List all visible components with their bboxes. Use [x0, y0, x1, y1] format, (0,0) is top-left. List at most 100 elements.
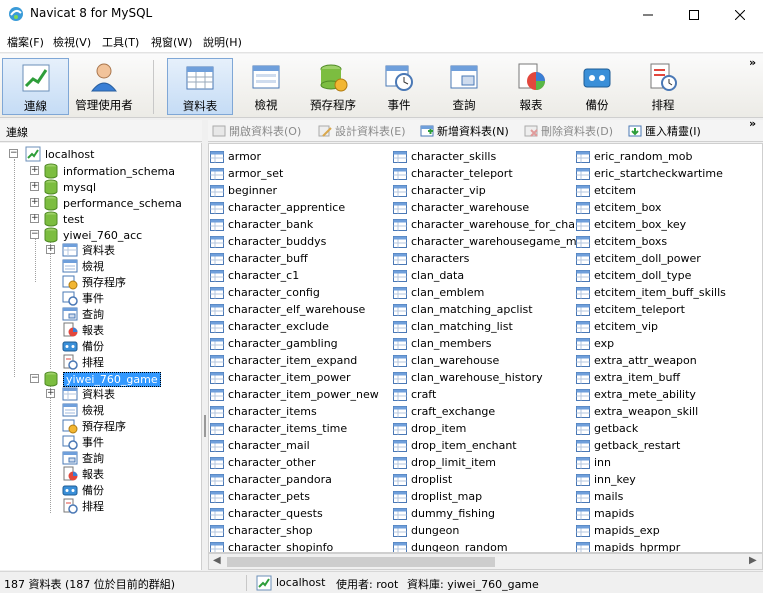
tree-db-performance_schema[interactable]: performance_schema	[43, 195, 182, 211]
table-item[interactable]: character_warehouse_for_cha	[393, 216, 589, 233]
tables-button[interactable]: 資料表	[167, 58, 233, 115]
table-item[interactable]: character_item_power	[210, 369, 379, 386]
events-button[interactable]: 事件	[369, 58, 429, 115]
table-item[interactable]: etcitem_teleport	[576, 301, 726, 318]
new-table-button[interactable]: 新增資料表(N)	[420, 123, 509, 139]
table-item[interactable]: extra_weapon_skill	[576, 403, 726, 420]
user-manager-button[interactable]: 管理使用者	[71, 58, 137, 115]
table-item[interactable]: mails	[576, 488, 726, 505]
table-item[interactable]: inn	[576, 454, 726, 471]
table-item[interactable]: droplist_map	[393, 488, 589, 505]
menu-help[interactable]: 說明(H)	[203, 34, 242, 50]
tree-connection-localhost[interactable]: localhost	[25, 146, 94, 162]
table-item[interactable]: character_pandora	[210, 471, 379, 488]
tree-child-procedure[interactable]: 預存程序	[62, 418, 126, 434]
table-item[interactable]: mapids_hprmpr	[576, 539, 726, 552]
splitter-grip[interactable]	[204, 415, 206, 437]
table-item[interactable]: extra_mete_ability	[576, 386, 726, 403]
tree-child-procedure[interactable]: 預存程序	[62, 274, 126, 290]
table-item[interactable]: drop_item_enchant	[393, 437, 589, 454]
table-item[interactable]: etcitem_box	[576, 199, 726, 216]
tree-child-table-group[interactable]: 資料表	[62, 386, 115, 402]
table-item[interactable]: etcitem_box_key	[576, 216, 726, 233]
table-item[interactable]: character_apprentice	[210, 199, 379, 216]
maximize-button[interactable]	[671, 0, 717, 29]
table-item[interactable]: character_warehouse	[393, 199, 589, 216]
table-item[interactable]: exp	[576, 335, 726, 352]
table-item[interactable]: character_items	[210, 403, 379, 420]
menu-file[interactable]: 檔案(F)	[7, 34, 44, 50]
table-item[interactable]: character_buddys	[210, 233, 379, 250]
delete-table-button[interactable]: 刪除資料表(D)	[524, 123, 613, 139]
table-item[interactable]: clan_matching_apclist	[393, 301, 589, 318]
table-item[interactable]: character_gambling	[210, 335, 379, 352]
tree-child-schedule[interactable]: 排程	[62, 498, 104, 514]
tree-db-yiwei_760_acc[interactable]: yiwei_760_acc	[43, 227, 142, 243]
expand-toggle[interactable]: +	[30, 198, 39, 207]
views-button[interactable]: 檢視	[236, 58, 296, 115]
menu-window[interactable]: 視窗(W)	[151, 34, 192, 50]
queries-button[interactable]: 查詢	[434, 58, 494, 115]
table-item[interactable]: character_shop	[210, 522, 379, 539]
table-item[interactable]: clan_warehouse_history	[393, 369, 589, 386]
expand-toggle[interactable]: +	[30, 182, 39, 191]
table-item[interactable]: character_quests	[210, 505, 379, 522]
table-item[interactable]: eric_startcheckwartime	[576, 165, 726, 182]
table-item[interactable]: character_items_time	[210, 420, 379, 437]
table-item[interactable]: dummy_fishing	[393, 505, 589, 522]
table-item[interactable]: eric_random_mob	[576, 148, 726, 165]
connection-button[interactable]: 連線	[2, 58, 69, 115]
table-item[interactable]: etcitem_boxs	[576, 233, 726, 250]
tree-child-schedule[interactable]: 排程	[62, 354, 104, 370]
table-item[interactable]: clan_matching_list	[393, 318, 589, 335]
scroll-right-icon[interactable]: ▶	[749, 555, 757, 566]
table-item[interactable]: dungeon_random	[393, 539, 589, 552]
table-item[interactable]: character_skills	[393, 148, 589, 165]
table-item[interactable]: character_elf_warehouse	[210, 301, 379, 318]
actions-overflow-icon[interactable]: »	[749, 117, 756, 130]
open-table-button[interactable]: 開啟資料表(O)	[212, 123, 301, 139]
table-item[interactable]: droplist	[393, 471, 589, 488]
tree-child-view[interactable]: 檢視	[62, 402, 104, 418]
design-table-button[interactable]: 設計資料表(E)	[318, 123, 406, 139]
table-item[interactable]: clan_emblem	[393, 284, 589, 301]
table-item[interactable]: mapids_exp	[576, 522, 726, 539]
toolbar-overflow-icon[interactable]: »	[749, 56, 756, 69]
tree-db-mysql[interactable]: mysql	[43, 179, 96, 195]
table-item[interactable]: etcitem	[576, 182, 726, 199]
table-item[interactable]: beginner	[210, 182, 379, 199]
table-item[interactable]: getback	[576, 420, 726, 437]
table-item[interactable]: craft_exchange	[393, 403, 589, 420]
table-item[interactable]: character_other	[210, 454, 379, 471]
expand-toggle[interactable]: +	[46, 245, 55, 254]
tree-child-query[interactable]: 查詢	[62, 450, 104, 466]
table-item[interactable]: character_item_power_new	[210, 386, 379, 403]
tree-child-query[interactable]: 查詢	[62, 306, 104, 322]
table-item[interactable]: character_config	[210, 284, 379, 301]
table-item[interactable]: character_bank	[210, 216, 379, 233]
table-item[interactable]: character_buff	[210, 250, 379, 267]
tree-child-event-clock[interactable]: 事件	[62, 290, 104, 306]
minimize-button[interactable]	[625, 0, 671, 29]
table-item[interactable]: character_shopinfo	[210, 539, 379, 552]
table-item[interactable]: character_pets	[210, 488, 379, 505]
table-item[interactable]: etcitem_item_buff_skills	[576, 284, 726, 301]
import-wizard-button[interactable]: 匯入精靈(I)	[628, 123, 701, 139]
expand-toggle[interactable]: +	[30, 214, 39, 223]
procedures-button[interactable]: 預存程序	[302, 58, 364, 115]
table-item[interactable]: mapids	[576, 505, 726, 522]
table-item[interactable]: clan_warehouse	[393, 352, 589, 369]
tree-db-yiwei_760_game[interactable]: yiwei_760_game	[43, 371, 161, 387]
tree-child-event-clock[interactable]: 事件	[62, 434, 104, 450]
table-item[interactable]: armor_set	[210, 165, 379, 182]
reports-button[interactable]: 報表	[501, 58, 561, 115]
table-item[interactable]: character_item_expand	[210, 352, 379, 369]
tree-child-view[interactable]: 檢視	[62, 258, 104, 274]
table-item[interactable]: character_c1	[210, 267, 379, 284]
tree-child-backup-tape[interactable]: 備份	[62, 338, 104, 354]
table-item[interactable]: drop_item	[393, 420, 589, 437]
table-item[interactable]: inn_key	[576, 471, 726, 488]
table-item[interactable]: character_vip	[393, 182, 589, 199]
table-item[interactable]: getback_restart	[576, 437, 726, 454]
close-button[interactable]	[717, 0, 763, 29]
